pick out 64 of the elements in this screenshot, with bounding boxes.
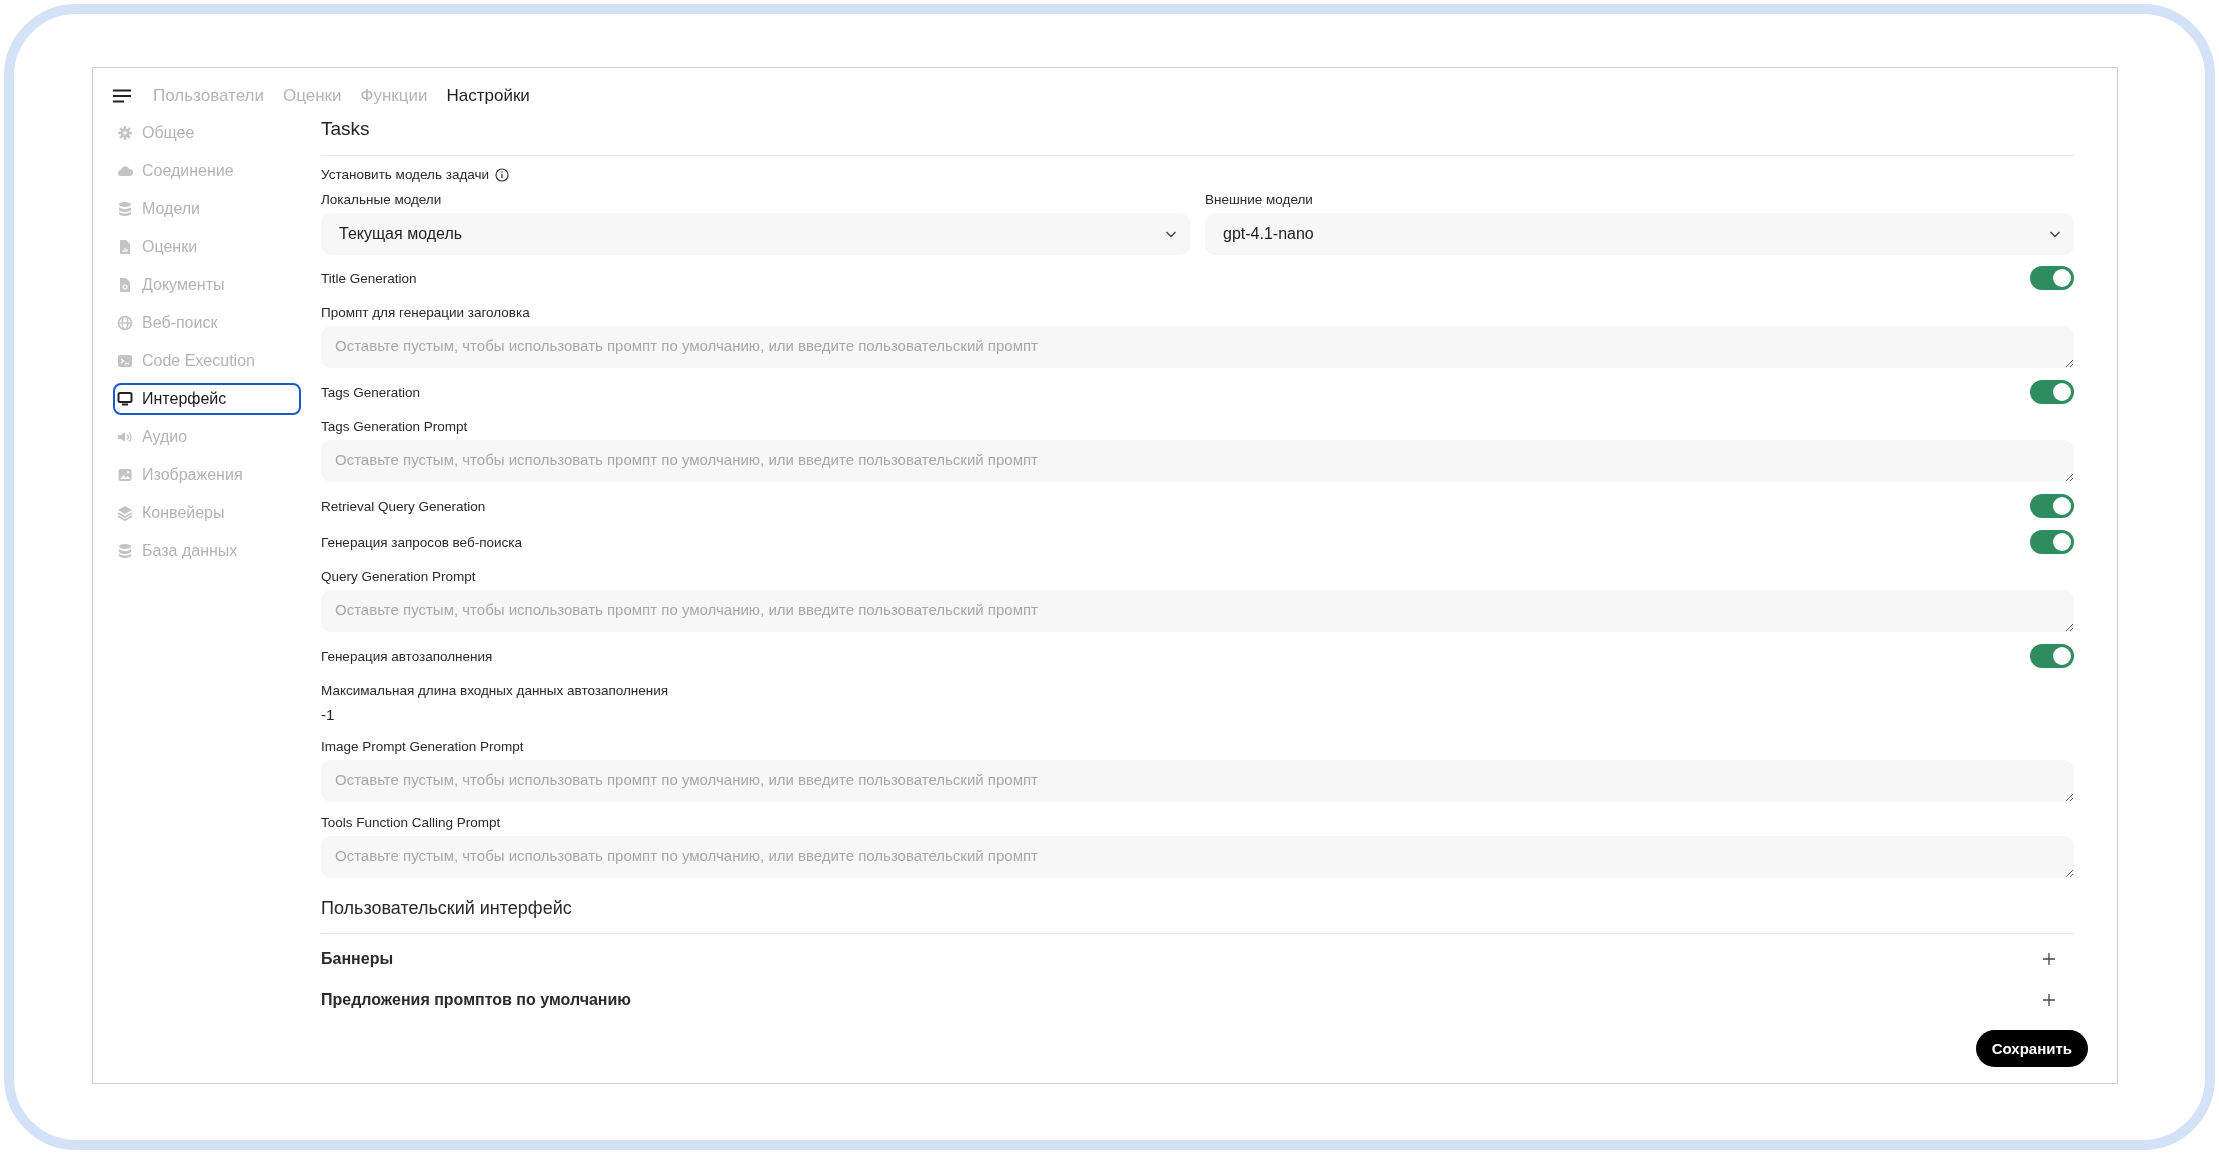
save-button[interactable]: Сохранить	[1975, 1030, 2088, 1067]
setting-label: Tags Generation	[321, 383, 421, 401]
field-label: Tags Generation Prompt	[321, 418, 469, 435]
layers-icon	[117, 505, 133, 521]
setting-label: Retrieval Query Generation	[321, 497, 486, 515]
toggle-switch[interactable]	[2030, 266, 2074, 290]
sidebar-item[interactable]: Изображения	[113, 459, 301, 491]
nav-tab[interactable]: Пользователи	[153, 86, 264, 106]
globe-icon	[117, 315, 133, 331]
section-title: Tasks	[321, 117, 2074, 156]
sidebar-item[interactable]: Документы	[113, 269, 301, 301]
section-title: Пользовательский интерфейс	[321, 897, 2074, 934]
number-field[interactable]: -1	[321, 704, 335, 726]
field-label: Промпт для генерации заголовка	[321, 304, 531, 321]
field-label: Установить модель задачи	[321, 166, 490, 183]
field-label: Tools Function Calling Prompt	[321, 814, 502, 831]
terminal-icon	[117, 353, 133, 369]
sidebar-item[interactable]: Конвейеры	[113, 497, 301, 529]
database-icon	[117, 201, 133, 217]
sidebar-item[interactable]: Модели	[113, 193, 301, 225]
sidebar-item[interactable]: Соединение	[113, 155, 301, 187]
toggle-switch[interactable]	[2030, 380, 2074, 404]
nav-tab[interactable]: Настройки	[446, 86, 530, 106]
setting-label: Генерация запросов веб-поиска	[321, 533, 522, 551]
document-icon	[117, 239, 133, 255]
sidebar-item[interactable]: Веб-поиск	[113, 307, 301, 339]
nav-tab[interactable]: Оценки	[282, 86, 342, 106]
section-label: Предложения промптов по умолчанию	[321, 990, 632, 1010]
prompt-field[interactable]: Оставьте пустым, чтобы использовать промпт по умолчанию, или введите пользовательский промпт	[321, 326, 2074, 368]
menu-button[interactable]	[113, 89, 131, 103]
setting-label: Title Generation	[321, 269, 417, 287]
nav-tab[interactable]: Функции	[360, 86, 428, 106]
field-label: Внешние модели	[1205, 191, 1314, 208]
field-label: Максимальная длина входных данных автозаполнения	[321, 682, 670, 699]
prompt-field[interactable]: Оставьте пустым, чтобы использовать промпт по умолчанию, или введите пользовательский промпт	[321, 590, 2074, 632]
model-select[interactable]: Текущая модель	[321, 213, 1190, 255]
prompt-field[interactable]: Оставьте пустым, чтобы использовать промпт по умолчанию, или введите пользовательский промпт	[321, 440, 2074, 482]
cloud-icon	[117, 163, 133, 179]
field-label: Query Generation Prompt	[321, 568, 477, 585]
model-select[interactable]: gpt-4.1-nano	[1205, 213, 2074, 255]
prompt-field[interactable]: Оставьте пустым, чтобы использовать промпт по умолчанию, или введите пользовательский промпт	[321, 836, 2074, 878]
sidebar-item[interactable]: База данных	[113, 535, 301, 567]
info-icon[interactable]	[495, 167, 510, 182]
document-icon	[117, 277, 133, 293]
plus-icon	[2043, 953, 2055, 965]
sidebar-item[interactable]: Аудио	[113, 421, 301, 453]
field-label: Локальные модели	[321, 191, 443, 208]
sidebar-item[interactable]: Интерфейс	[113, 383, 301, 415]
toggle-switch[interactable]	[2030, 494, 2074, 518]
toggle-switch[interactable]	[2030, 530, 2074, 554]
plus-icon	[2043, 994, 2055, 1006]
field-label: Image Prompt Generation Prompt	[321, 738, 525, 755]
sidebar-item[interactable]: Оценки	[113, 231, 301, 263]
setting-label: Генерация автозаполнения	[321, 647, 493, 665]
section-label: Баннеры	[321, 949, 394, 969]
database-icon	[117, 543, 133, 559]
speaker-icon	[117, 429, 133, 445]
toggle-switch[interactable]	[2030, 644, 2074, 668]
sidebar-item[interactable]: Общее	[113, 117, 301, 149]
image-icon	[117, 467, 133, 483]
prompt-field[interactable]: Оставьте пустым, чтобы использовать промпт по умолчанию, или введите пользовательский промпт	[321, 760, 2074, 802]
sidebar-item[interactable]: Code Execution	[113, 345, 301, 377]
gear-icon	[117, 125, 133, 141]
monitor-icon	[117, 391, 133, 407]
